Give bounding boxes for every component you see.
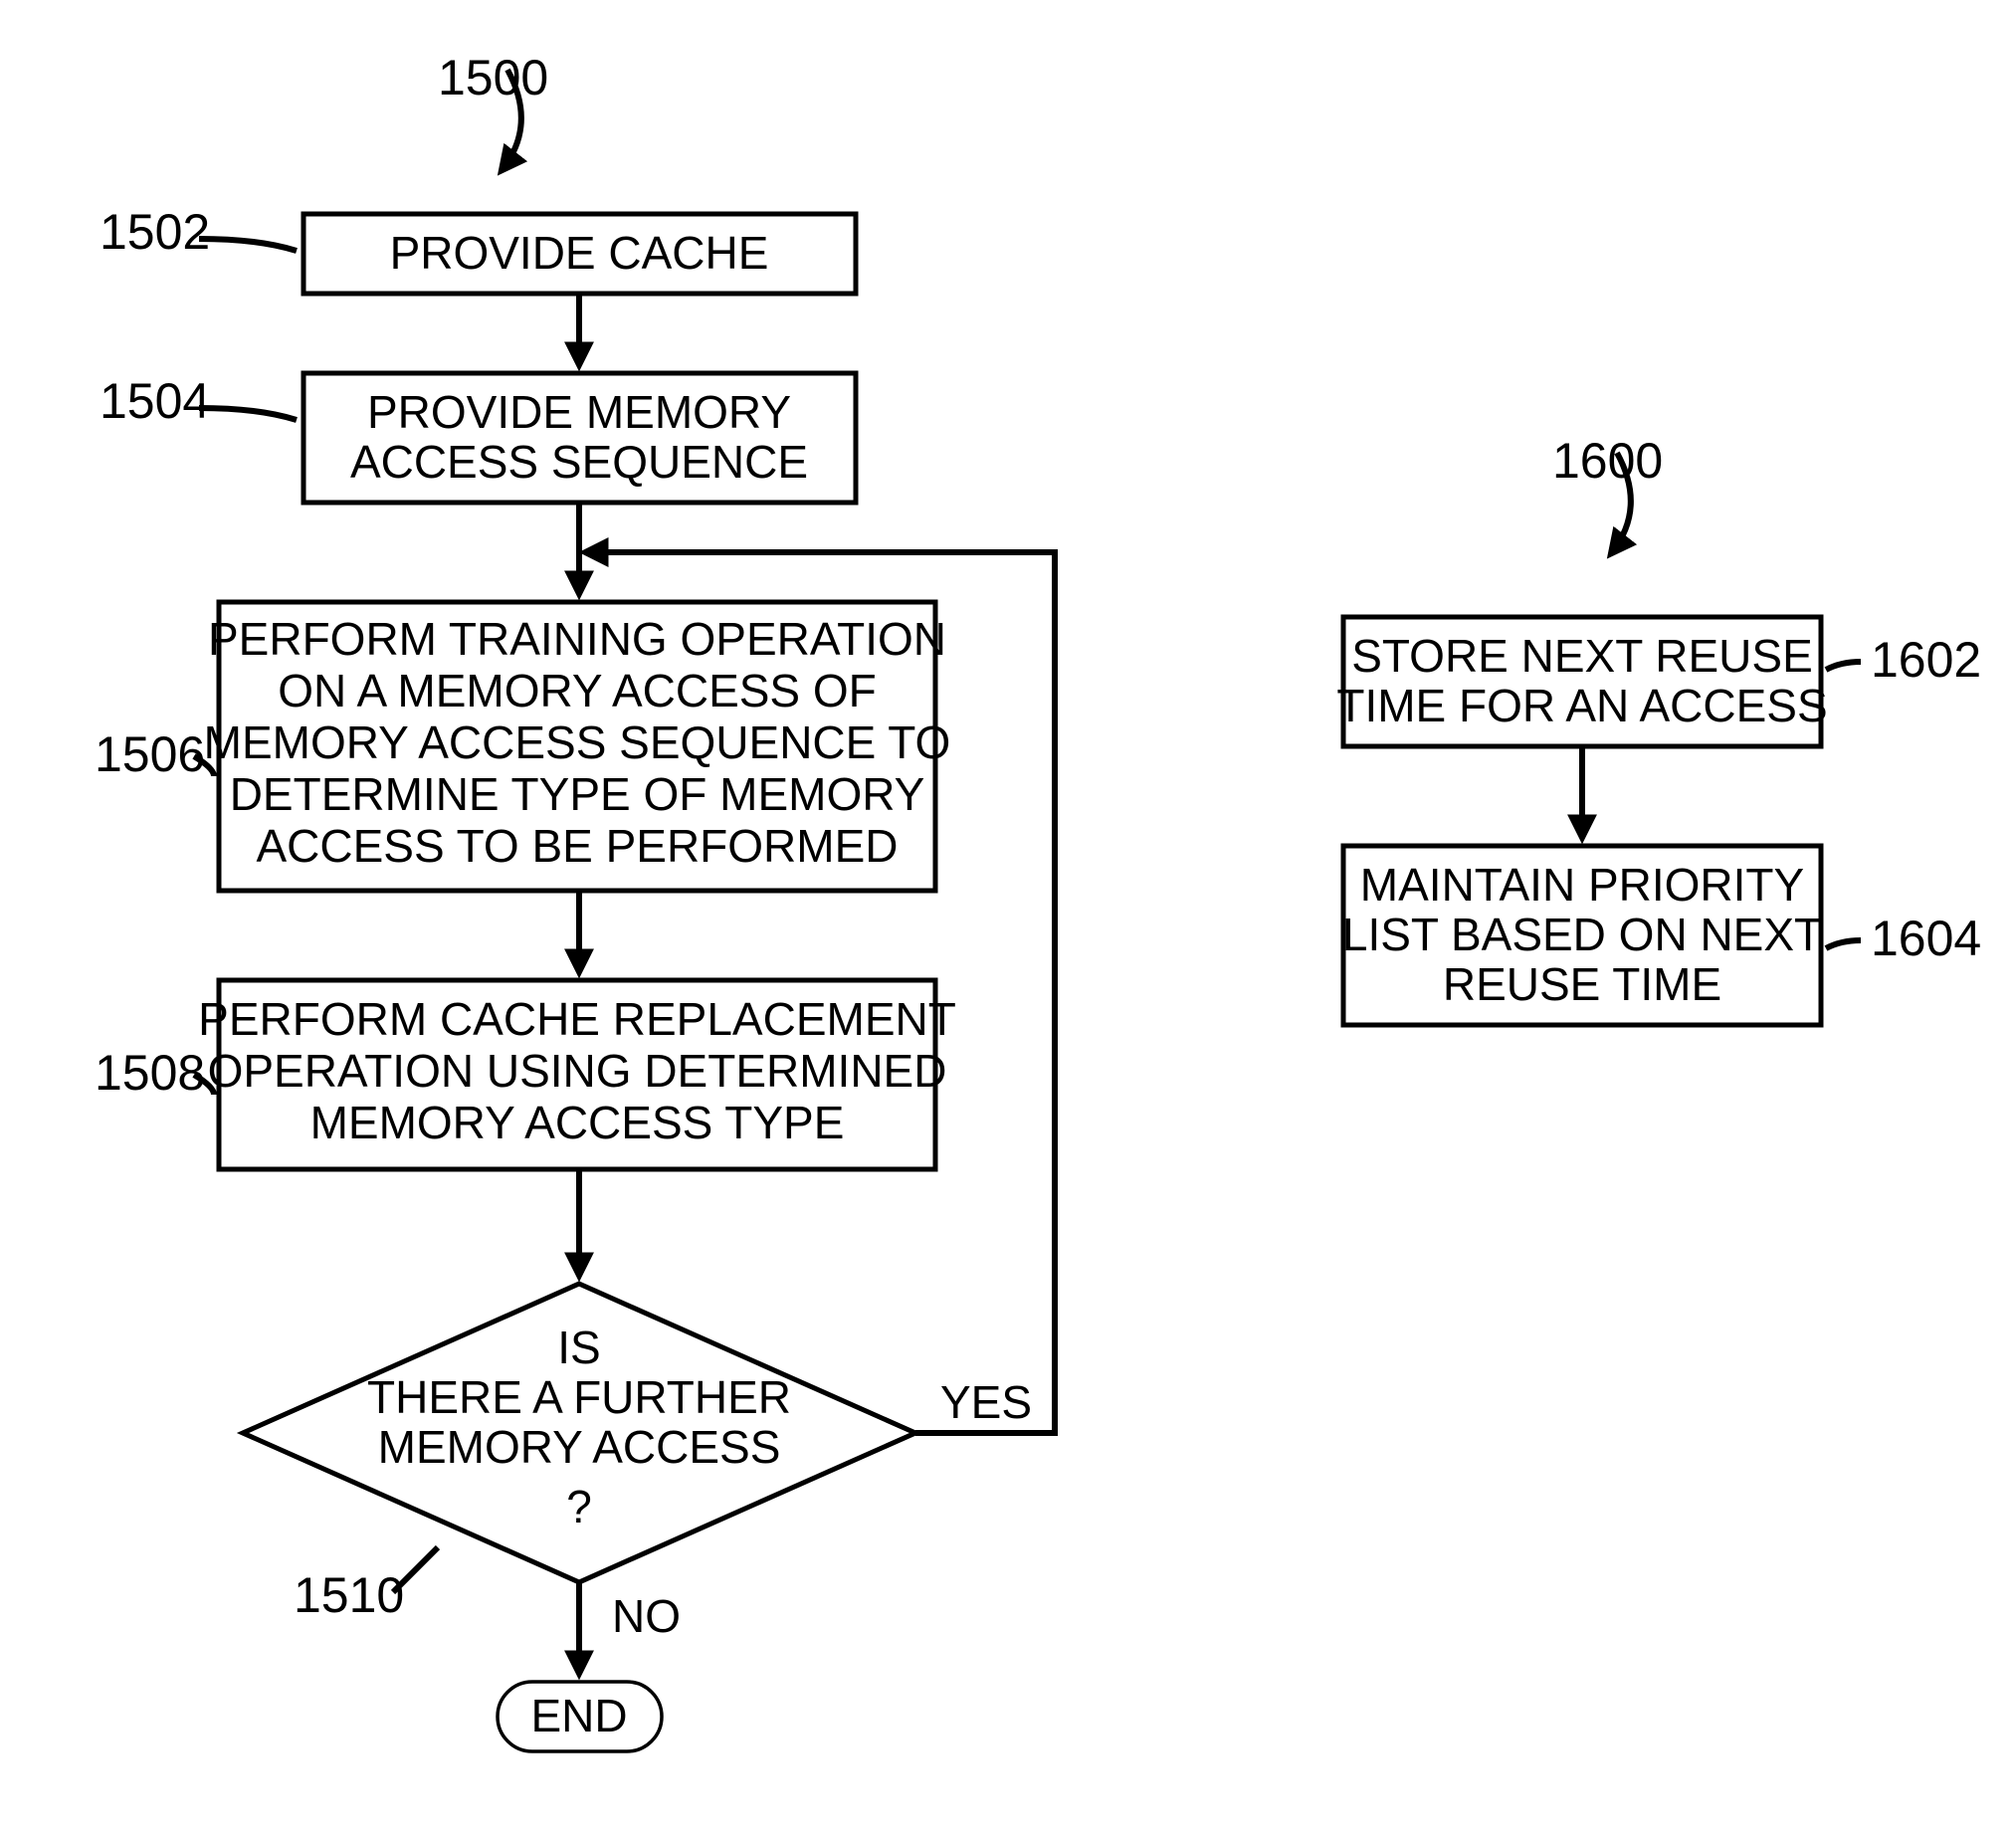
ref-1602: 1602 [1871,632,1981,688]
ref-1504-lead [199,408,297,420]
ref-1604-lead [1826,940,1861,948]
box-1508-line1: PERFORM CACHE REPLACEMENT [198,993,956,1045]
flowchart-1500: 1500 PROVIDE CACHE 1502 PROVIDE MEMORY A… [95,50,1055,1751]
box-1604-line3: REUSE TIME [1443,958,1721,1010]
box-1604-line1: MAINTAIN PRIORITY [1360,859,1804,911]
box-1602-line2: TIME FOR AN ACCESS [1336,680,1827,731]
box-1504: PROVIDE MEMORY ACCESS SEQUENCE [303,373,856,503]
box-1506-line5: ACCESS TO BE PERFORMED [257,820,899,872]
box-1604: MAINTAIN PRIORITY LIST BASED ON NEXT REU… [1342,846,1822,1025]
box-1602-line1: STORE NEXT REUSE [1351,630,1813,682]
dec-1510-line2: THERE A FURTHER [367,1371,791,1423]
box-1506-line3: MEMORY ACCESS SEQUENCE TO [204,716,951,768]
ref-1504: 1504 [100,373,210,429]
end-terminal: END [498,1682,662,1751]
yes-label: YES [940,1376,1032,1428]
dec-1510-line1: IS [557,1322,600,1373]
dec-1510-line3: MEMORY ACCESS [378,1421,781,1473]
ref-1600: 1600 [1552,433,1663,489]
box-1506-line2: ON A MEMORY ACCESS OF [278,665,877,716]
box-1506-line1: PERFORM TRAINING OPERATION [208,613,946,665]
ref-1502: 1502 [100,204,210,260]
ref-1502-lead [199,239,297,251]
ref-1604: 1604 [1871,911,1981,966]
box-1604-line2: LIST BASED ON NEXT [1342,909,1822,960]
box-1502: PROVIDE CACHE [303,214,856,294]
box-1508-line2: OPERATION USING DETERMINED [208,1045,947,1097]
ref-1506: 1506 [95,726,205,782]
box-1508-line3: MEMORY ACCESS TYPE [310,1097,845,1148]
box-1506: PERFORM TRAINING OPERATION ON A MEMORY A… [204,602,951,891]
ref-1500: 1500 [438,50,548,105]
no-label: NO [612,1590,681,1642]
dec-1510-line4: ? [566,1481,592,1532]
flowchart-1600: 1600 STORE NEXT REUSE TIME FOR AN ACCESS… [1336,433,1981,1025]
box-1508: PERFORM CACHE REPLACEMENT OPERATION USIN… [198,980,956,1169]
decision-1510: IS THERE A FURTHER MEMORY ACCESS ? [243,1284,915,1582]
ref-1508: 1508 [95,1045,205,1101]
ref-1602-lead [1826,662,1861,670]
ref-1510: 1510 [294,1567,404,1623]
box-1602: STORE NEXT REUSE TIME FOR AN ACCESS [1336,617,1827,746]
box-1506-line4: DETERMINE TYPE OF MEMORY [230,768,925,820]
box-1504-line1: PROVIDE MEMORY [367,386,791,438]
box-1502-line1: PROVIDE CACHE [390,227,769,279]
end-label: END [530,1690,627,1741]
box-1504-line2: ACCESS SEQUENCE [350,436,808,488]
